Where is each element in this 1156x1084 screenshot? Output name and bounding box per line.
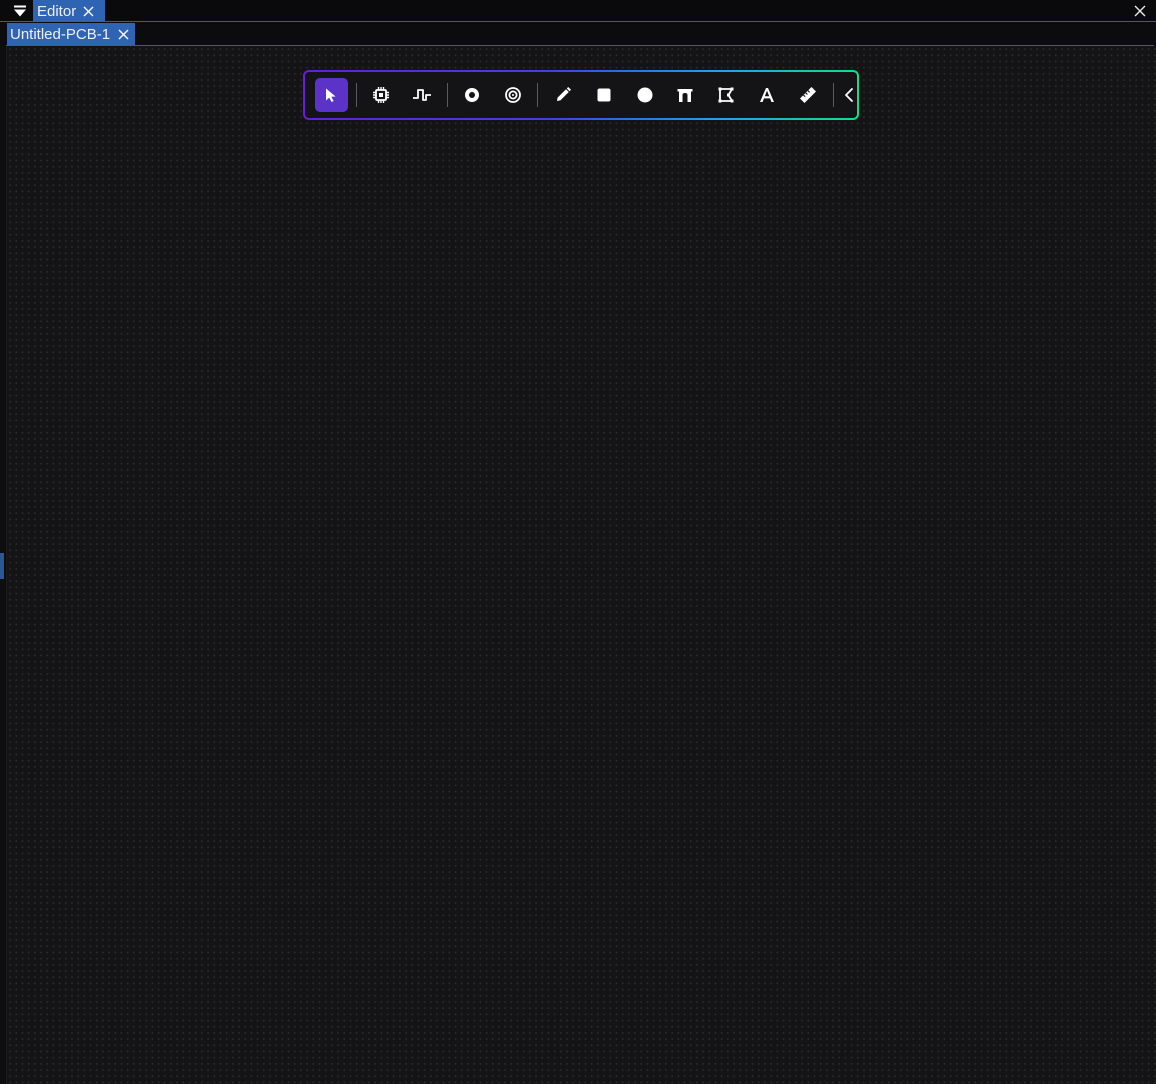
close-panel-button[interactable] <box>1130 0 1150 22</box>
trace-tool-button[interactable] <box>406 78 439 112</box>
tab-editor-label: Editor <box>37 2 77 20</box>
pointer-icon <box>326 88 337 102</box>
tool-palette-inner <box>305 72 857 118</box>
close-icon[interactable] <box>83 6 94 17</box>
text-icon <box>760 88 775 102</box>
via-tool-button[interactable] <box>456 78 489 112</box>
circle-icon <box>637 87 653 103</box>
close-icon <box>1134 5 1146 17</box>
tab-document[interactable]: Untitled-PCB-1 <box>7 23 135 45</box>
trace-icon <box>413 89 432 101</box>
pad-tool-button[interactable] <box>497 78 530 112</box>
pcb-editor-area <box>6 46 1156 1084</box>
draw-tool-button[interactable] <box>546 78 579 112</box>
menu-icon <box>14 5 26 17</box>
square-icon <box>597 88 611 102</box>
arch-tool-button[interactable] <box>669 78 702 112</box>
tool-palette <box>303 70 859 120</box>
close-icon[interactable] <box>118 29 129 40</box>
pad-ring-icon <box>505 87 521 103</box>
toolbar-separator <box>537 83 539 107</box>
select-tool-button[interactable] <box>315 78 348 112</box>
circle-tool-button[interactable] <box>628 78 661 112</box>
polygon-tool-button[interactable] <box>710 78 743 112</box>
panel-tab-strip: Editor <box>0 0 1156 22</box>
ruler-icon <box>800 87 817 103</box>
tab-document-label: Untitled-PCB-1 <box>10 25 111 43</box>
pencil-icon <box>556 87 571 101</box>
collapse-toolbar-button[interactable] <box>842 78 857 112</box>
toolbar-separator <box>355 83 357 107</box>
toolbar-separator <box>832 83 834 107</box>
arch-icon <box>677 89 693 102</box>
tab-editor[interactable]: Editor <box>33 0 105 22</box>
pcb-canvas[interactable] <box>7 46 1156 1084</box>
via-icon <box>465 88 480 102</box>
chevron-left-icon <box>845 88 854 102</box>
chip-icon <box>373 87 390 103</box>
document-tab-strip <box>0 23 1156 46</box>
polygon-icon <box>718 87 734 103</box>
component-tool-button[interactable] <box>365 78 398 112</box>
side-panel-handle[interactable] <box>0 553 4 579</box>
measure-tool-button[interactable] <box>792 78 825 112</box>
text-tool-button[interactable] <box>751 78 784 112</box>
toolbar-separator <box>446 83 448 107</box>
panel-menu-button[interactable] <box>8 0 32 22</box>
rectangle-tool-button[interactable] <box>587 78 620 112</box>
